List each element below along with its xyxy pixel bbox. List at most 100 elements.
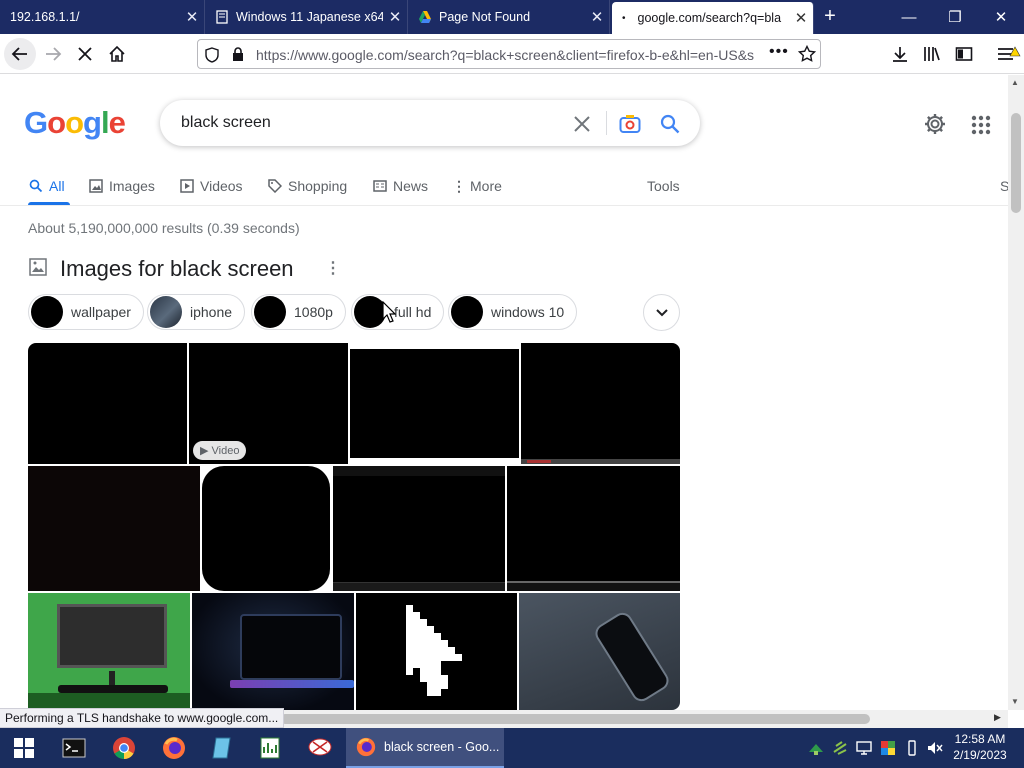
tab-shopping[interactable]: Shopping (268, 176, 347, 196)
start-button[interactable] (10, 734, 38, 762)
apps-grid-icon[interactable] (971, 115, 991, 135)
chrome-app[interactable] (110, 734, 138, 762)
image-result[interactable] (28, 466, 200, 591)
restore-button[interactable]: ❐ (932, 0, 978, 34)
rounded-black-image (202, 466, 330, 591)
forward-button[interactable] (37, 38, 69, 70)
google-drive-icon (419, 11, 431, 23)
chip-windows-10[interactable]: windows 10 (448, 294, 578, 330)
close-window-button[interactable]: ✕ (978, 0, 1024, 34)
clock-date: 2/19/2023 (953, 748, 1007, 762)
settings-gear-icon[interactable] (923, 112, 947, 136)
status-bar: Performing a TLS handshake to www.google… (0, 708, 285, 728)
chip-full-hd[interactable]: full hd (351, 294, 445, 330)
chip-thumbnail (31, 296, 63, 328)
new-tab-button[interactable]: + (818, 5, 842, 29)
close-icon[interactable]: ✕ (180, 8, 204, 26)
vertical-scrollbar[interactable]: ▲ ▼ (1008, 75, 1024, 710)
firefox-app[interactable] (160, 734, 188, 762)
chip-1080p[interactable]: 1080p (251, 294, 346, 330)
tools-button[interactable]: Tools (647, 176, 680, 196)
tab-news[interactable]: News (373, 176, 428, 196)
chips-expand-button[interactable] (643, 294, 680, 331)
sidebar-icon[interactable] (955, 45, 973, 63)
divider (0, 205, 1008, 206)
camera-search-button[interactable] (618, 112, 642, 136)
video-badge-label: Video (211, 445, 240, 457)
tab-videos[interactable]: Videos (180, 176, 243, 196)
terminal-icon (62, 738, 86, 758)
image-result[interactable] (333, 466, 505, 591)
scroll-right-icon[interactable]: ▶ (994, 712, 1001, 723)
snipping-tool-app[interactable] (306, 734, 334, 762)
tab-page-not-found[interactable]: Page Not Found ✕ (408, 0, 610, 34)
image-result[interactable] (28, 593, 190, 710)
image-result[interactable] (521, 343, 680, 464)
taskbar-firefox-window[interactable]: black screen - Goo... (346, 728, 504, 768)
close-icon[interactable]: ✕ (789, 9, 813, 27)
sync-tray-icon[interactable] (832, 740, 848, 756)
url-text[interactable]: https://www.google.com/search?q=black+sc… (256, 47, 761, 63)
tab-label: Videos (200, 178, 243, 194)
scrollbar-thumb[interactable] (280, 714, 870, 724)
minimize-button[interactable]: — (886, 0, 932, 34)
menu-icon[interactable] (997, 44, 1021, 64)
image-result[interactable] (202, 466, 330, 591)
back-button[interactable] (4, 38, 36, 70)
image-result[interactable] (192, 593, 354, 710)
network-tray-icon[interactable] (808, 740, 824, 756)
library-icon[interactable] (923, 45, 941, 63)
kebab-icon[interactable]: ⋮ (325, 258, 341, 278)
tab-google-search[interactable]: • google.com/search?q=bla ✕ (612, 2, 814, 34)
address-bar[interactable]: https://www.google.com/search?q=black+sc… (197, 39, 821, 69)
tab-windows11[interactable]: Windows 11 Japanese x64 ✕ (205, 0, 408, 34)
lock-icon (233, 47, 243, 61)
color-tray-icon[interactable] (880, 740, 896, 756)
tab-router[interactable]: 192.168.1.1/ ✕ (0, 0, 205, 34)
google-logo[interactable]: Google (24, 105, 126, 141)
scroll-down-icon[interactable]: ▼ (1011, 697, 1019, 706)
tab-images[interactable]: Images (89, 176, 155, 196)
image-result[interactable] (356, 593, 517, 710)
scroll-up-icon[interactable]: ▲ (1011, 78, 1019, 87)
download-icon[interactable] (891, 45, 909, 63)
close-icon[interactable]: ✕ (383, 8, 407, 26)
chip-wallpaper[interactable]: wallpaper (28, 294, 144, 330)
terminal-app[interactable] (60, 734, 88, 762)
firefox-icon (356, 737, 376, 757)
image-result[interactable] (507, 466, 680, 591)
search-box[interactable]: black screen (160, 100, 700, 146)
image-result[interactable] (519, 593, 680, 710)
scrollbar-thumb[interactable] (1011, 113, 1021, 213)
images-heading[interactable]: Images for black screen (60, 256, 294, 282)
tab-title: Page Not Found (439, 10, 531, 24)
image-result[interactable]: ▶ Video (189, 343, 348, 464)
search-submit-button[interactable] (658, 112, 682, 136)
chevron-down-icon (655, 308, 668, 316)
notepad-app[interactable] (208, 734, 236, 762)
cursor-arrow-image (406, 605, 462, 696)
tab-all[interactable]: All (29, 176, 65, 196)
clear-search-button[interactable] (570, 112, 594, 136)
close-icon[interactable]: ✕ (585, 8, 609, 26)
volume-tray-icon[interactable] (927, 740, 943, 756)
bookmark-star-icon[interactable] (798, 45, 816, 63)
page-actions-icon[interactable]: ••• (769, 43, 789, 61)
system-clock[interactable]: 12:58 AM 2/19/2023 (945, 731, 1015, 763)
image-result[interactable] (350, 349, 519, 458)
shield-icon (205, 47, 219, 63)
tab-label: Shopping (288, 178, 348, 194)
search-input[interactable]: black screen (181, 114, 271, 132)
image-icon (29, 258, 47, 276)
clock-time: 12:58 AM (954, 732, 1006, 746)
tab-more[interactable]: ⋮ More (452, 176, 502, 196)
image-result[interactable] (28, 343, 187, 464)
safesearch-label[interactable]: S (1000, 176, 1008, 196)
home-button[interactable] (101, 38, 133, 70)
display-tray-icon[interactable] (856, 740, 872, 756)
chip-iphone[interactable]: iphone (147, 294, 246, 330)
stop-button[interactable] (69, 38, 101, 70)
usb-tray-icon[interactable] (904, 740, 920, 756)
chip-thumbnail (451, 296, 483, 328)
spreadsheet-app[interactable] (256, 734, 284, 762)
